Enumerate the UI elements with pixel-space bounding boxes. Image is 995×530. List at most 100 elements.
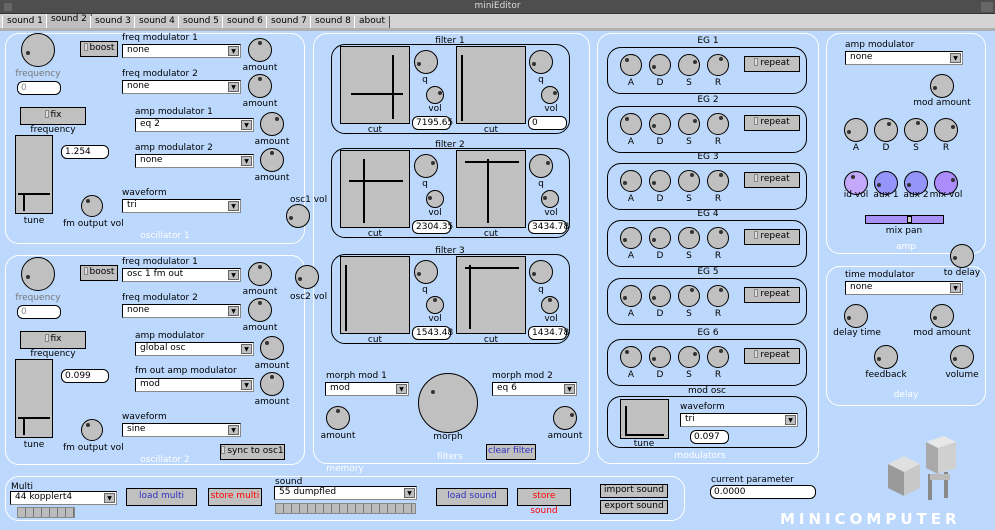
checkbox-icon[interactable] xyxy=(754,117,759,125)
dropdown-arrow-icon[interactable]: ▼ xyxy=(396,384,407,394)
osc2-fm-amp-mod-amount-knob[interactable] xyxy=(260,372,284,396)
eg-2-d-knob[interactable] xyxy=(649,113,671,135)
eg-6-r-knob[interactable] xyxy=(707,346,729,368)
eg-4-s-knob[interactable] xyxy=(678,227,700,249)
eg-6-repeat-toggle[interactable]: repeat xyxy=(744,348,800,364)
eg-5-d-knob[interactable] xyxy=(649,285,671,307)
dropdown-arrow-icon[interactable]: ▼ xyxy=(228,46,239,56)
export-sound-button[interactable]: export sound xyxy=(600,500,668,514)
morph-mod1-amount-knob[interactable] xyxy=(326,406,350,430)
eg-3-a-knob[interactable] xyxy=(620,170,642,192)
eg-3-d-knob[interactable] xyxy=(649,170,671,192)
osc2-tune-slider[interactable] xyxy=(15,359,53,438)
dropdown-arrow-icon[interactable]: ▼ xyxy=(241,344,252,354)
eg-2-a-knob[interactable] xyxy=(620,113,642,135)
filter-1-a-vol-knob[interactable] xyxy=(426,86,444,104)
tab-sound-5[interactable]: sound 5 xyxy=(178,16,224,28)
filter-3-a-vol-knob[interactable] xyxy=(426,296,444,314)
eg-4-r-knob[interactable] xyxy=(707,227,729,249)
osc1-freq-mod2-select[interactable]: none ▼ xyxy=(122,80,241,94)
sound-select[interactable]: 55 dumpfled ▼ xyxy=(274,486,417,500)
osc1-amp-mod2-amount-knob[interactable] xyxy=(260,148,284,172)
feedback-knob[interactable] xyxy=(874,345,898,369)
tab-sound-1[interactable]: sound 1 xyxy=(2,16,48,28)
eg-3-r-knob[interactable] xyxy=(707,170,729,192)
filter-2-b-vol-knob[interactable] xyxy=(541,190,559,208)
osc1-boost-toggle[interactable]: boost xyxy=(80,41,118,57)
osc1-tune-input[interactable]: 1.254 xyxy=(61,145,109,159)
mod-osc-tune-input[interactable]: 0.097 xyxy=(690,430,729,444)
checkbox-icon[interactable] xyxy=(44,110,49,118)
osc2-fm-amp-mod-select[interactable]: mod ▼ xyxy=(135,378,254,392)
dropdown-arrow-icon[interactable]: ▼ xyxy=(950,53,961,63)
dropdown-arrow-icon[interactable]: ▼ xyxy=(228,201,239,211)
osc1-fm-output-knob[interactable] xyxy=(81,195,103,217)
osc2-boost-toggle[interactable]: boost xyxy=(80,265,118,281)
checkbox-icon[interactable] xyxy=(754,174,759,182)
tab-sound-3[interactable]: sound 3 xyxy=(90,16,136,28)
eg-4-d-knob[interactable] xyxy=(649,227,671,249)
osc1-vol-knob[interactable] xyxy=(286,204,310,228)
filter-1-b-cutoff-pad[interactable] xyxy=(456,46,526,124)
osc2-fm-output-knob[interactable] xyxy=(81,419,103,441)
delay-mod-amount-knob[interactable] xyxy=(930,304,954,328)
osc1-amp-mod1-amount-knob[interactable] xyxy=(260,112,284,136)
eg-1-s-knob[interactable] xyxy=(678,54,700,76)
current-parameter-input[interactable]: 0.0000 xyxy=(710,485,816,499)
eg-1-d-knob[interactable] xyxy=(649,54,671,76)
morph-mod1-select[interactable]: mod ▼ xyxy=(325,382,409,396)
eg-6-d-knob[interactable] xyxy=(649,346,671,368)
eg-6-s-knob[interactable] xyxy=(678,346,700,368)
delay-time-knob[interactable] xyxy=(844,304,868,328)
delay-volume-knob[interactable] xyxy=(950,345,974,369)
multi-select[interactable]: 44 kopplert4 ▼ xyxy=(10,491,117,505)
amp-s-knob[interactable] xyxy=(904,118,928,142)
eg-5-a-knob[interactable] xyxy=(620,285,642,307)
filter-2-b-value-input[interactable]: 3434.78 xyxy=(528,220,569,234)
dropdown-arrow-icon[interactable]: ▼ xyxy=(228,270,239,280)
filter-1-b-value-input[interactable]: 0 xyxy=(528,116,567,130)
osc2-freq-mod2-select[interactable]: none ▼ xyxy=(122,304,241,318)
eg-2-s-knob[interactable] xyxy=(678,113,700,135)
dropdown-arrow-icon[interactable]: ▼ xyxy=(228,425,239,435)
dropdown-arrow-icon[interactable]: ▼ xyxy=(950,283,961,293)
morph-mod2-amount-knob[interactable] xyxy=(553,406,577,430)
tab-sound-6[interactable]: sound 6 xyxy=(222,16,268,28)
multi-scrollbar[interactable] xyxy=(17,507,75,518)
eg-2-r-knob[interactable] xyxy=(707,113,729,135)
filter-3-a-q-knob[interactable] xyxy=(414,260,438,284)
amp-mod-amount-knob[interactable] xyxy=(930,74,954,98)
filter-3-a-value-input[interactable]: 1543.48 xyxy=(412,326,453,340)
filter-2-a-value-input[interactable]: 2304.35 xyxy=(412,220,453,234)
osc1-freq-mod2-amount-knob[interactable] xyxy=(248,74,272,98)
filter-3-b-cutoff-pad[interactable] xyxy=(456,256,526,334)
eg-4-repeat-toggle[interactable]: repeat xyxy=(744,229,800,245)
filter-2-b-q-knob[interactable] xyxy=(529,154,553,178)
time-modulator-select[interactable]: none ▼ xyxy=(845,281,963,295)
tab-sound-4[interactable]: sound 4 xyxy=(134,16,180,28)
mod-osc-tune-slider[interactable] xyxy=(620,399,669,439)
osc1-frequency-knob[interactable] xyxy=(21,33,55,67)
eg-5-s-knob[interactable] xyxy=(678,285,700,307)
tab-sound-7[interactable]: sound 7 xyxy=(266,16,312,28)
checkbox-icon[interactable] xyxy=(83,43,88,51)
checkbox-icon[interactable] xyxy=(754,289,759,297)
amp-a-knob[interactable] xyxy=(844,118,868,142)
eg-3-repeat-toggle[interactable]: repeat xyxy=(744,172,800,188)
eg-5-r-knob[interactable] xyxy=(707,285,729,307)
checkbox-icon[interactable] xyxy=(221,446,226,454)
filter-1-a-cutoff-pad[interactable] xyxy=(340,46,410,124)
osc2-amp-mod-select[interactable]: global osc ▼ xyxy=(135,342,254,356)
checkbox-icon[interactable] xyxy=(754,231,759,239)
dropdown-arrow-icon[interactable]: ▼ xyxy=(241,380,252,390)
dropdown-arrow-icon[interactable]: ▼ xyxy=(228,306,239,316)
osc2-sync-toggle[interactable]: sync to osc1 xyxy=(220,444,285,460)
dropdown-arrow-icon[interactable]: ▼ xyxy=(785,415,796,425)
eg-6-a-knob[interactable] xyxy=(620,346,642,368)
amp-d-knob[interactable] xyxy=(874,118,898,142)
eg-1-repeat-toggle[interactable]: repeat xyxy=(744,56,800,72)
osc1-frequency-input[interactable]: 0 xyxy=(17,81,61,95)
filter-1-b-q-knob[interactable] xyxy=(529,50,553,74)
osc2-freq-mod2-amount-knob[interactable] xyxy=(248,298,272,322)
checkbox-icon[interactable] xyxy=(754,350,759,358)
